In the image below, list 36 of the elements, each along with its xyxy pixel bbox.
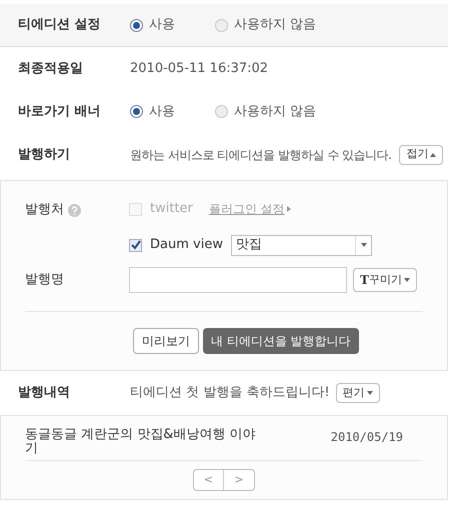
- publish-button[interactable]: 내 티에디션을 발행합니다: [203, 328, 359, 354]
- description-text: 원하는 서비스로 티에디션을 발행하실 수 있습니다.: [130, 146, 392, 164]
- history-title[interactable]: 동글동글 계란군의 맛집&배낭여행 이야기: [25, 424, 260, 456]
- name-label: 발행명: [25, 271, 65, 290]
- radio-button[interactable]: [130, 105, 143, 118]
- caret-icon: [404, 278, 410, 282]
- arrow-icon: [286, 206, 291, 212]
- history-message: 티에디션 첫 발행을 축하드립니다!: [130, 384, 330, 402]
- setting-label: 발행하기: [18, 146, 71, 164]
- preview-button[interactable]: 미리보기: [133, 328, 199, 354]
- radio-label: 사용하지 않음: [234, 16, 316, 34]
- decorate-button[interactable]: T꾸미기: [353, 268, 417, 292]
- checkbox[interactable]: [129, 238, 142, 252]
- setting-label: 최종적용일: [18, 60, 84, 78]
- edit-button[interactable]: 편기: [336, 383, 380, 403]
- target-name: Daum view: [150, 236, 223, 254]
- history-label: 발행내역: [18, 384, 71, 402]
- caret-icon: [366, 391, 373, 395]
- target-label: 발행처: [25, 201, 64, 220]
- help-icon: [68, 204, 81, 216]
- setting-label: 바로가기 배너: [18, 102, 102, 121]
- radio-button[interactable]: [130, 18, 143, 32]
- date-text: 2010-05-11 16:37:02: [130, 60, 268, 78]
- fold-button[interactable]: 접기: [399, 144, 444, 164]
- radio-button[interactable]: [215, 105, 228, 118]
- caret-icon: [430, 152, 436, 156]
- radio-label: 사용: [149, 102, 175, 121]
- caret-icon: [361, 243, 368, 247]
- name-input[interactable]: [129, 267, 347, 293]
- setting-label: 티에디션 설정: [18, 16, 102, 34]
- history-date: 2010/05/19: [330, 429, 403, 446]
- radio-button[interactable]: [215, 18, 228, 32]
- target-name: twitter: [150, 200, 193, 218]
- radio-label: 사용하지 않음: [234, 102, 316, 121]
- category-select[interactable]: 맛집: [230, 234, 372, 256]
- radio-label: 사용: [149, 16, 175, 34]
